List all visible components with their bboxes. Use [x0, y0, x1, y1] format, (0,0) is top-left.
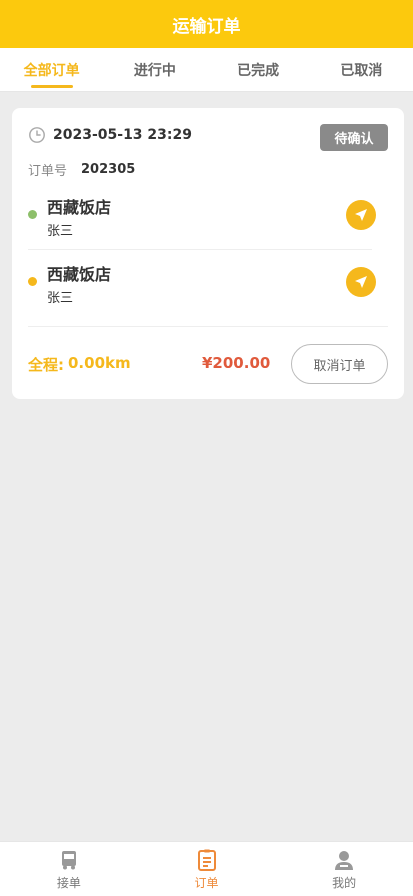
- nav-label: 我的: [332, 875, 357, 890]
- total-distance: 全程: 0.00km: [28, 354, 131, 375]
- dropoff-stop: 西藏饭店 张三: [28, 261, 376, 317]
- order-card[interactable]: 2023-05-13 23:29 待确认 订单号 202305 西藏饭店 张三 …: [12, 108, 404, 399]
- app-header: 运输订单: [0, 0, 413, 48]
- nav-label: 订单: [194, 875, 219, 890]
- pickup-name: 西藏饭店: [47, 198, 112, 217]
- user-icon: [335, 850, 354, 870]
- page-title: 运输订单: [172, 16, 241, 37]
- order-time: 2023-05-13 23:29: [53, 127, 192, 143]
- tab-all-orders[interactable]: 全部订单: [0, 48, 103, 91]
- bottom-nav: 接单 订单 我的: [0, 841, 413, 896]
- tab-label: 已取消: [340, 62, 383, 79]
- tab-label: 已完成: [237, 62, 280, 79]
- nav-item-accept-orders[interactable]: 接单: [0, 842, 138, 896]
- truck-icon: [61, 850, 76, 869]
- dropoff-navigate-button[interactable]: [346, 267, 376, 297]
- dropoff-contact: 张三: [47, 291, 74, 306]
- distance-value: 0.00km: [68, 354, 131, 372]
- order-time-row: 2023-05-13 23:29: [28, 126, 192, 144]
- order-price: ¥200.00: [202, 354, 271, 372]
- dropoff-name: 西藏饭店: [47, 265, 112, 284]
- tab-completed[interactable]: 已完成: [207, 48, 310, 91]
- tab-label: 全部订单: [23, 62, 80, 79]
- pickup-stop: 西藏饭店 张三: [28, 194, 376, 250]
- order-number-label: 订单号: [28, 164, 68, 179]
- nav-item-orders[interactable]: 订单: [138, 842, 276, 896]
- pickup-contact: 张三: [47, 224, 74, 239]
- tab-in-progress[interactable]: 进行中: [103, 48, 206, 91]
- pickup-navigate-button[interactable]: [346, 200, 376, 230]
- tab-label: 进行中: [133, 62, 176, 79]
- navigation-arrow-icon: [355, 276, 367, 288]
- status-badge: 待确认: [320, 124, 388, 151]
- nav-item-profile[interactable]: 我的: [275, 842, 413, 896]
- clock-icon: [29, 127, 45, 143]
- order-number-value: 202305: [81, 162, 136, 177]
- clipboard-icon: [197, 849, 216, 871]
- order-number-row: 订单号 202305: [28, 160, 135, 179]
- distance-label: 全程:: [28, 356, 64, 374]
- tab-cancelled[interactable]: 已取消: [310, 48, 413, 91]
- card-divider: [28, 326, 388, 327]
- order-tabs: 全部订单 进行中 已完成 已取消: [0, 48, 413, 92]
- navigation-arrow-icon: [355, 209, 367, 221]
- dropoff-dot: [28, 277, 37, 286]
- nav-label: 接单: [56, 875, 81, 890]
- pickup-dot: [28, 210, 37, 219]
- cancel-order-button[interactable]: 取消订单: [291, 344, 388, 384]
